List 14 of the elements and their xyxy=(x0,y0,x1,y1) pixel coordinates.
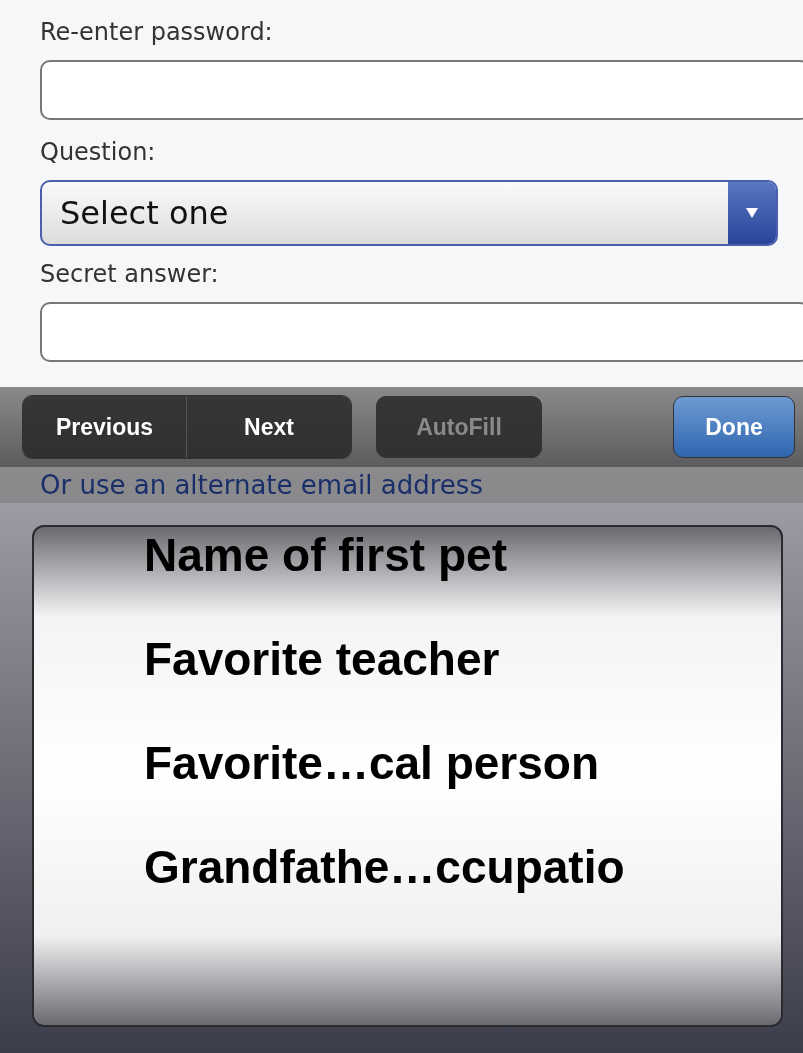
done-button[interactable]: Done xyxy=(673,396,795,458)
question-dropdown[interactable]: Select one xyxy=(40,180,778,246)
picker-option[interactable]: Grandfathe…ccupatio xyxy=(144,839,625,895)
field-label: Question: xyxy=(40,138,157,166)
input-field[interactable] xyxy=(40,302,803,362)
toolbar-button[interactable]: Next xyxy=(187,396,351,458)
picker-wheel[interactable]: Name of first pet Favorite teacher Favorite…cal person Grandfathe…ccupatio xyxy=(32,525,783,1027)
picker-option[interactable]: Favorite…cal person xyxy=(144,735,600,791)
picker-option[interactable]: Favorite teacher xyxy=(144,631,500,687)
field-label: Secret answer: xyxy=(40,260,220,288)
toolbar-button[interactable]: Previous xyxy=(23,396,187,458)
field-label: Re-enter password: xyxy=(40,18,274,46)
picker-option[interactable]: Name of first pet xyxy=(144,527,507,583)
input-field[interactable] xyxy=(40,60,803,120)
